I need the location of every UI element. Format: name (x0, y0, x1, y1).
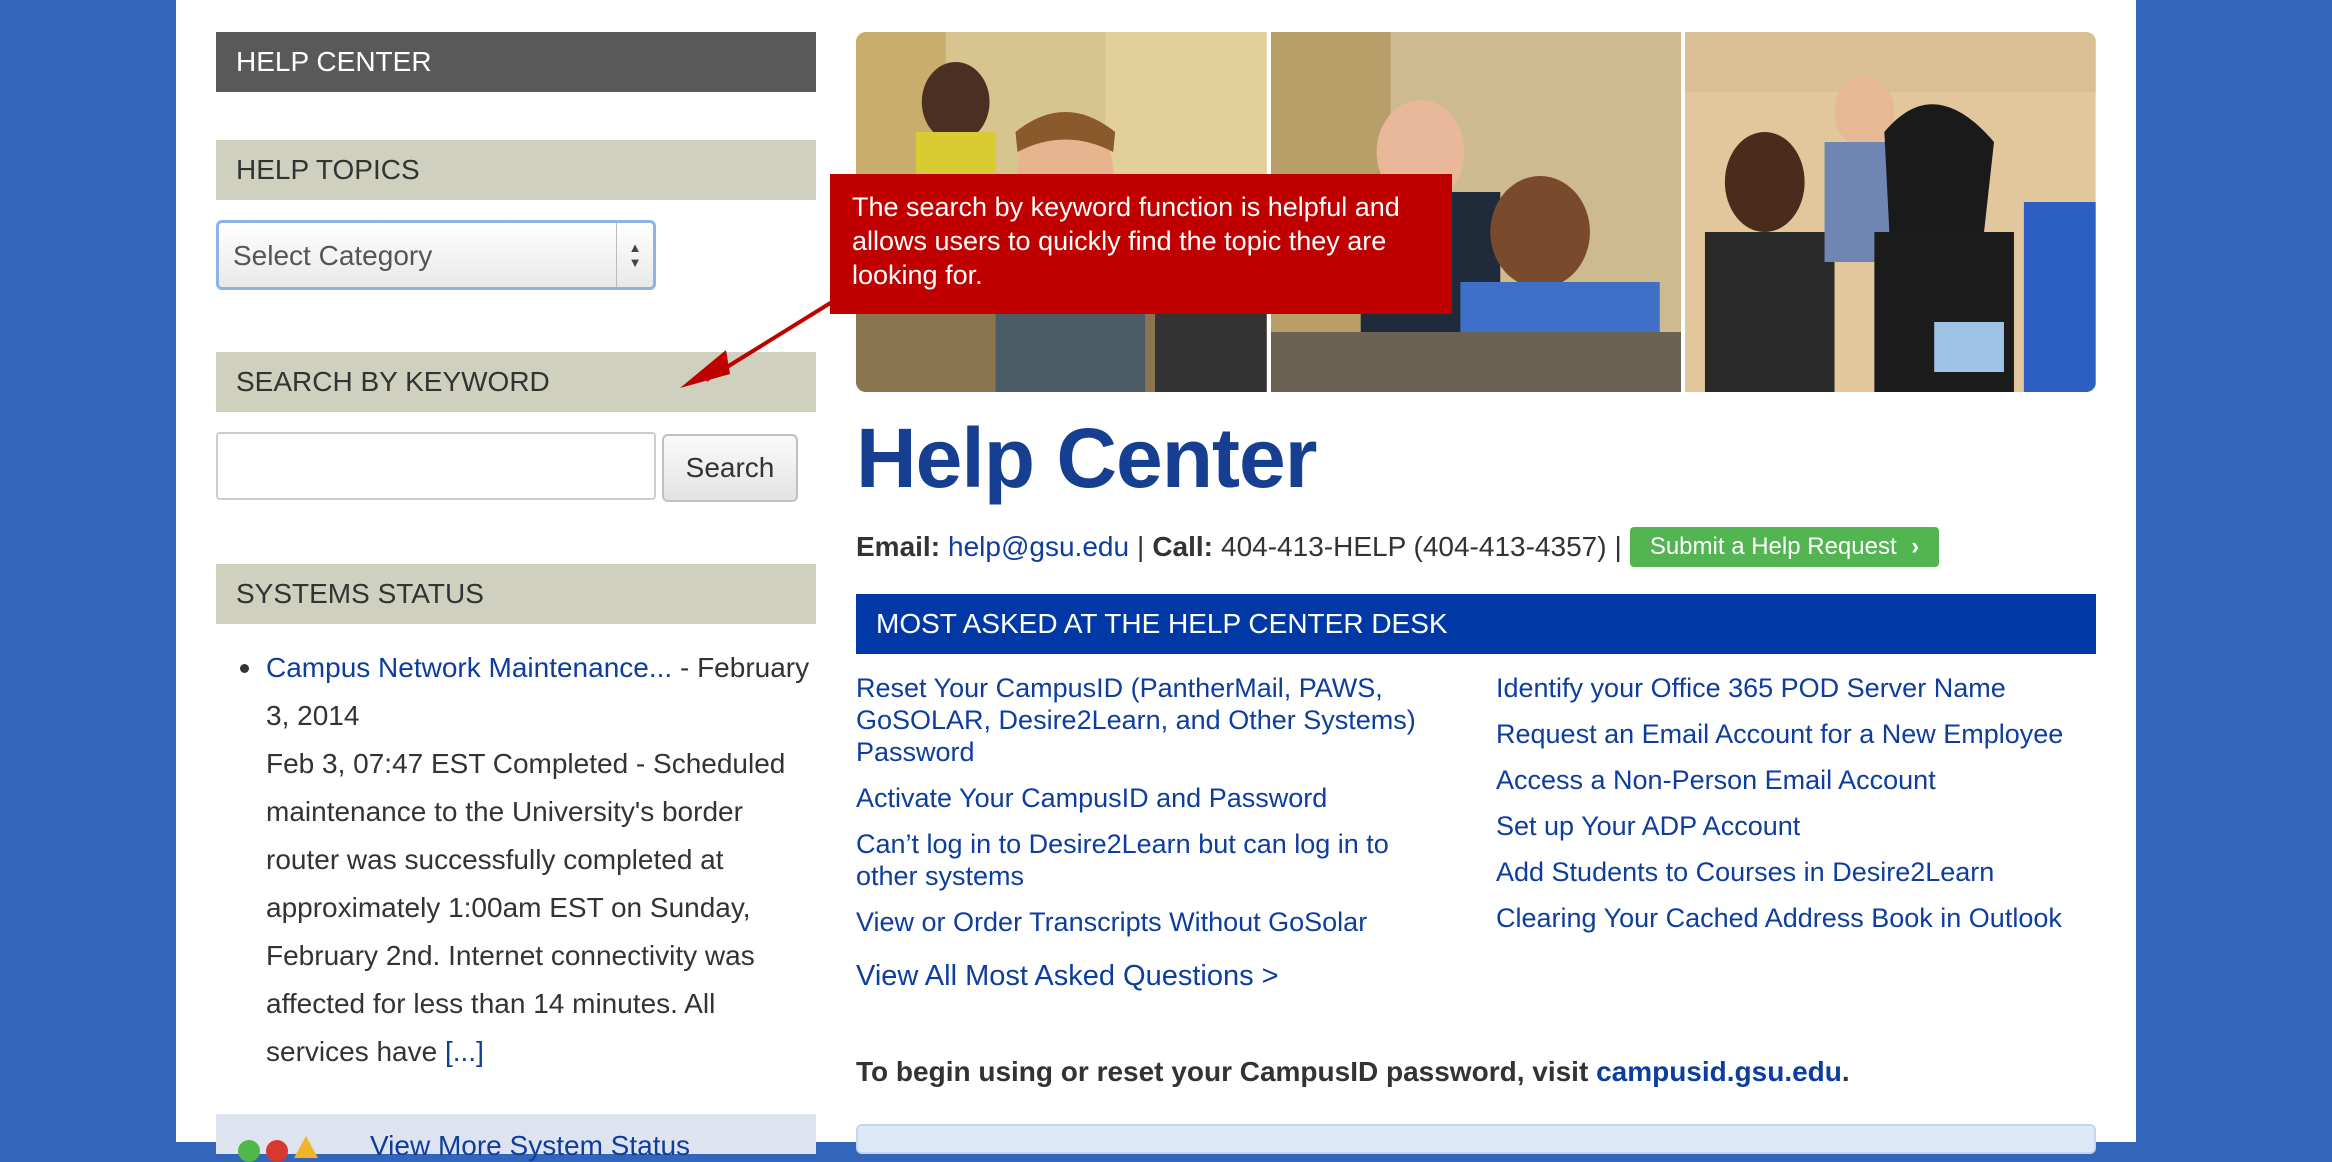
search-button[interactable]: Search (662, 434, 798, 502)
status-warning-icon (294, 1136, 318, 1158)
campusid-text: To begin using or reset your CampusID pa… (856, 1056, 1597, 1087)
help-topics-header: HELP TOPICS (216, 140, 816, 200)
status-red-icon (266, 1140, 288, 1162)
status-read-more-link[interactable]: [...] (445, 1036, 484, 1067)
faq-link[interactable]: Request an Email Account for a New Emplo… (1496, 718, 2096, 750)
view-more-status-link[interactable]: View More System Status (370, 1130, 690, 1162)
faq-link[interactable]: Activate Your CampusID and Password (856, 782, 1436, 814)
view-more-status-box: View More System Status (216, 1114, 816, 1162)
faq-link[interactable]: Add Students to Courses in Desire2Learn (1496, 856, 2096, 888)
category-select[interactable]: Select Category ▲ ▼ (216, 220, 656, 290)
status-green-icon (238, 1140, 260, 1162)
email-label: Email: (856, 531, 941, 562)
callout-arrow-icon (680, 300, 834, 388)
faq-link[interactable]: Can’t log in to Desire2Learn but can log… (856, 828, 1436, 892)
info-box (856, 1124, 2096, 1154)
faq-link[interactable]: Reset Your CampusID (PantherMail, PAWS, … (856, 672, 1436, 768)
faq-link[interactable]: Clearing Your Cached Address Book in Out… (1496, 902, 2096, 934)
systems-status-header-text: SYSTEMS STATUS (236, 578, 484, 609)
separator: | (1614, 531, 1622, 562)
faq-link[interactable]: Set up Your ADP Account (1496, 810, 2096, 842)
help-topics-header-text: HELP TOPICS (236, 154, 420, 185)
campusid-end: . (1841, 1056, 1850, 1087)
status-list-item: Campus Network Maintenance... - February… (240, 644, 816, 1076)
view-all-questions-link[interactable]: View All Most Asked Questions > (856, 960, 1279, 993)
keyword-search-input[interactable] (216, 432, 656, 500)
banner-photo-3 (1685, 32, 2096, 392)
most-asked-header-text: MOST ASKED AT THE HELP CENTER DESK (876, 608, 1448, 639)
phone-number: 404-413-HELP (404-413-4357) (1221, 531, 1607, 562)
systems-status-header: SYSTEMS STATUS (216, 564, 816, 624)
status-item-link[interactable]: Campus Network Maintenance... (266, 652, 672, 683)
chevron-right-icon: › (1911, 533, 1920, 560)
campusid-notice: To begin using or reset your CampusID pa… (856, 1056, 1850, 1088)
submit-help-request-label: Submit a Help Request (1649, 533, 1897, 560)
submit-help-request-button[interactable]: Submit a Help Request › (1629, 527, 1940, 567)
status-item-body: Feb 3, 07:47 EST Completed - Scheduled m… (266, 748, 786, 1067)
faq-link[interactable]: Identify your Office 365 POD Server Name (1496, 672, 2096, 704)
contact-line: Email: help@gsu.edu | Call: 404-413-HELP… (856, 527, 1940, 567)
most-asked-left-column: Reset Your CampusID (PantherMail, PAWS, … (856, 672, 1436, 938)
page-title: Help Center (856, 411, 1317, 505)
campusid-link[interactable]: campusid.gsu.edu (1596, 1056, 1842, 1087)
keyword-search-callout: The search by keyword function is helpfu… (830, 174, 1452, 314)
separator: | (1137, 531, 1145, 562)
help-center-header-text: HELP CENTER (236, 46, 432, 77)
most-asked-header: MOST ASKED AT THE HELP CENTER DESK (856, 594, 2096, 654)
category-select-value: Select Category (233, 240, 433, 271)
search-by-keyword-header-text: SEARCH BY KEYWORD (236, 366, 550, 397)
help-center-header: HELP CENTER (216, 32, 816, 92)
email-link[interactable]: help@gsu.edu (948, 531, 1129, 563)
faq-link[interactable]: View or Order Transcripts Without GoSola… (856, 906, 1436, 938)
select-arrows-icon: ▲ ▼ (616, 223, 653, 287)
most-asked-right-column: Identify your Office 365 POD Server Name… (1496, 672, 2096, 934)
call-label: Call: (1152, 531, 1214, 562)
systems-status-list: Campus Network Maintenance... - February… (240, 644, 816, 1076)
faq-link[interactable]: Access a Non-Person Email Account (1496, 764, 2096, 796)
